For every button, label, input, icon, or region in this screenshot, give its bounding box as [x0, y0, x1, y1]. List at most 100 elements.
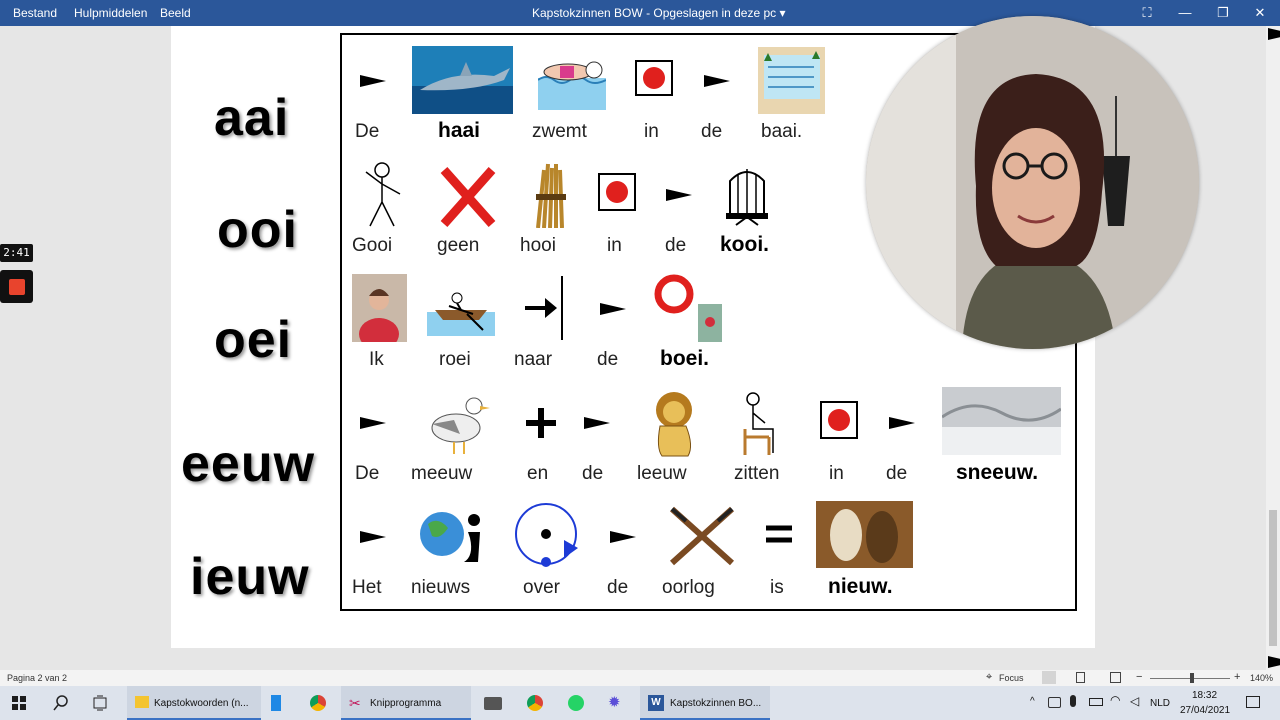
chrome-icon[interactable]	[310, 695, 326, 711]
zoom-out-icon[interactable]: −	[1136, 671, 1142, 683]
plus-icon	[526, 408, 556, 438]
scroll-down-icon[interactable]: ▼	[1268, 656, 1280, 668]
microphone-icon[interactable]	[1070, 695, 1076, 707]
maximize-button[interactable]: ❐	[1213, 3, 1233, 23]
globe-info-icon	[420, 512, 480, 562]
clock-time[interactable]: 18:32	[1192, 690, 1217, 701]
zoom-level[interactable]: 140%	[1250, 673, 1273, 683]
keyword: nieuw.	[828, 575, 893, 598]
word: oorlog	[662, 577, 715, 598]
word: Gooi	[352, 235, 393, 256]
word: de	[886, 463, 908, 484]
word: in	[829, 463, 844, 484]
in-icon	[598, 173, 636, 211]
word: Het	[352, 577, 382, 598]
notifications-icon[interactable]	[1246, 696, 1260, 708]
menu-beeld[interactable]: Beeld	[160, 6, 191, 20]
stop-record-button[interactable]	[0, 270, 33, 303]
word: de	[607, 577, 629, 598]
sound-oei: oei	[214, 311, 293, 369]
keyword: kooi.	[720, 233, 770, 256]
windows-start-icon[interactable]	[12, 696, 26, 710]
phone-app-icon[interactable]	[271, 695, 281, 711]
menu-bestand[interactable]: Bestand	[13, 6, 57, 20]
vertical-scrollbar[interactable]: ▲ ▼	[1266, 26, 1280, 670]
lion-icon	[656, 392, 692, 457]
zoom-slider-thumb[interactable]	[1190, 673, 1194, 683]
word: De	[355, 121, 380, 142]
save-state: Opgeslagen in deze pc	[653, 6, 777, 20]
taskbar-app-label: Kapstokwoorden (n...	[154, 698, 249, 709]
taskbar-app-explorer[interactable]: Kapstokwoorden (n...	[127, 686, 261, 720]
arrow-icon	[889, 417, 915, 429]
chrome-icon[interactable]	[527, 695, 543, 711]
taskbar-app-word[interactable]: W Kapstokzinnen BO...	[640, 686, 770, 720]
status-bar: Pagina 2 van 2 ⌖ Focus − + 140%	[0, 670, 1280, 686]
language-indicator[interactable]: NLD	[1150, 698, 1170, 709]
zoom-in-icon[interactable]: +	[1234, 671, 1240, 683]
close-button[interactable]: ✕	[1250, 3, 1270, 23]
word-icon: W	[648, 695, 664, 711]
recorder-timer: 2:41	[0, 244, 33, 262]
focus-button[interactable]: Focus	[999, 673, 1024, 683]
snipping-icon: ✂	[349, 695, 361, 711]
arrow-icon	[666, 189, 692, 201]
word: en	[527, 463, 549, 484]
chevron-up-icon[interactable]: ^	[1030, 696, 1035, 707]
camera-icon[interactable]	[484, 697, 502, 710]
whatsapp-icon[interactable]	[568, 695, 584, 711]
shark-image	[412, 46, 513, 114]
word: over	[523, 577, 560, 598]
word: roei	[439, 349, 471, 370]
cage-icon	[726, 169, 768, 226]
stop-icon	[9, 279, 25, 295]
word: De	[355, 463, 380, 484]
folder-icon	[135, 696, 149, 708]
arrow-icon	[584, 417, 610, 429]
word: zitten	[734, 463, 780, 484]
word: de	[597, 349, 619, 370]
fullscreen-icon[interactable]: ⛶	[1137, 3, 1157, 23]
onedrive-icon[interactable]	[1048, 697, 1061, 708]
wifi-icon[interactable]: ◠	[1110, 693, 1120, 707]
arrow-icon	[600, 303, 626, 315]
minimize-button[interactable]: —	[1175, 3, 1195, 23]
swimmer-icon	[538, 61, 606, 110]
throwing-person-icon	[365, 162, 401, 227]
equals-icon	[766, 525, 792, 543]
battery-icon[interactable]	[1089, 698, 1103, 706]
read-mode-icon[interactable]	[1042, 671, 1056, 684]
word: Ik	[369, 349, 384, 370]
in-icon	[820, 401, 858, 439]
taskbar-app-snipping[interactable]: ✂ Knipprogramma	[341, 686, 471, 720]
clock-date[interactable]: 27/04/2021	[1180, 705, 1230, 716]
chevron-down-icon[interactable]: ▾	[780, 6, 786, 20]
word: naar	[514, 349, 553, 370]
volume-icon[interactable]: ◁	[1130, 694, 1139, 708]
keyword: sneeuw.	[956, 461, 1039, 484]
focus-icon[interactable]: ⌖	[986, 671, 992, 684]
document-title[interactable]: Kapstokzinnen BOW - Opgeslagen in deze p…	[532, 6, 786, 20]
rowing-icon	[427, 292, 495, 336]
snow-image	[942, 387, 1061, 455]
task-view-icon[interactable]	[92, 695, 108, 711]
settings-gear-icon[interactable]: ✹	[608, 693, 621, 711]
search-icon[interactable]	[53, 695, 69, 711]
keyword: boei.	[660, 347, 710, 370]
menu-hulpmiddelen[interactable]: Hulpmiddelen	[74, 6, 147, 20]
person-photo	[352, 274, 407, 342]
web-layout-icon[interactable]	[1110, 672, 1121, 683]
scroll-up-icon[interactable]: ▲	[1268, 28, 1280, 40]
hay-icon	[536, 163, 566, 228]
print-layout-icon[interactable]	[1076, 672, 1085, 683]
scrollbar-thumb[interactable]	[1269, 510, 1277, 646]
word: is	[770, 577, 784, 598]
arrow-icon	[360, 417, 386, 429]
seagull-icon	[431, 397, 490, 454]
word: leeuw	[637, 463, 687, 484]
new-shoes-image	[816, 501, 913, 568]
title-bar: Bestand Hulpmiddelen Beeld Kapstokzinnen…	[0, 0, 1280, 26]
keyword: haai	[438, 119, 481, 142]
word: de	[701, 121, 723, 142]
buoy-icon	[654, 274, 722, 342]
